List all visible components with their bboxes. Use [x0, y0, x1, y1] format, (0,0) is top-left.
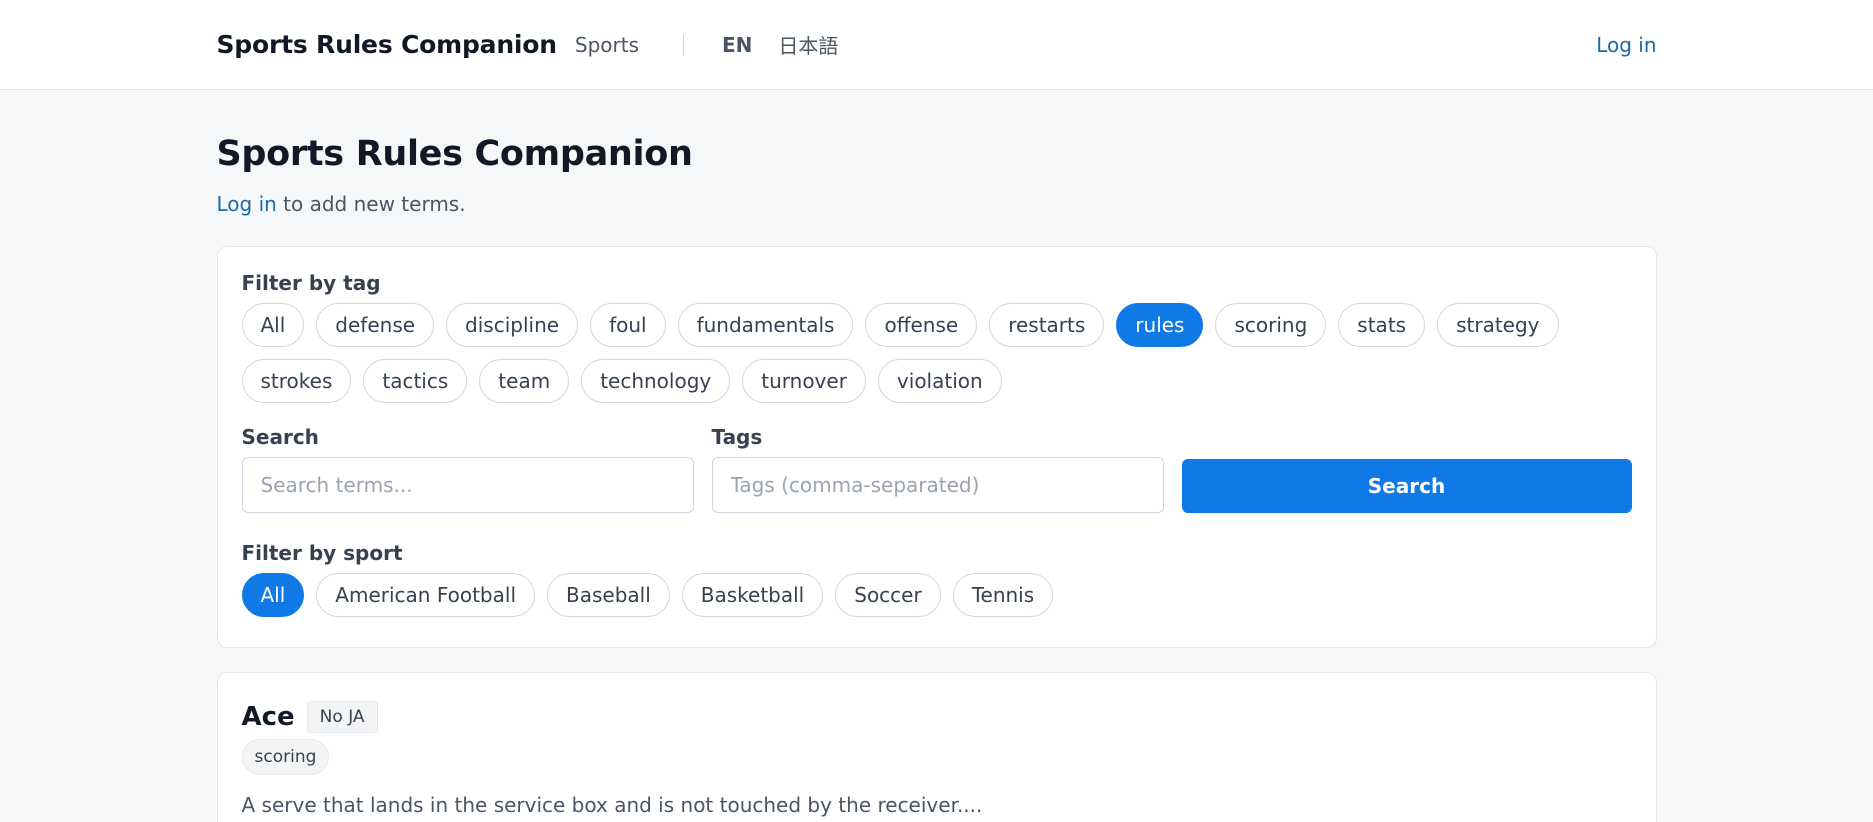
sport-filter-label: Filter by sport	[241, 541, 403, 565]
tag-filter-label: Filter by tag	[241, 271, 381, 295]
sport-chip-soccer[interactable]: Soccer	[835, 573, 941, 617]
tags-field-group: Tags	[711, 425, 1164, 513]
sport-chip-all[interactable]: All	[241, 573, 305, 617]
sport-chip-american-football[interactable]: American Football	[316, 573, 535, 617]
sport-chip-tennis[interactable]: Tennis	[952, 573, 1054, 617]
language-ja-link[interactable]: 日本語	[778, 30, 838, 59]
term-card[interactable]: Ace No JA scoring A serve that lands in …	[216, 672, 1657, 822]
tag-chip-stats[interactable]: stats	[1338, 303, 1426, 347]
tag-chip-defense[interactable]: defense	[316, 303, 435, 347]
tag-chip-technology[interactable]: technology	[581, 359, 731, 403]
tag-chip-all[interactable]: All	[241, 303, 305, 347]
sport-filter-chips: All American Football Baseball Basketball So…	[241, 573, 1632, 617]
top-navbar: Sports Rules Companion Sports EN 日本語 Log…	[0, 0, 1873, 90]
navbar-inner: Sports Rules Companion Sports EN 日本語 Log…	[217, 30, 1657, 59]
tags-input[interactable]	[711, 457, 1164, 513]
tag-chip-restarts[interactable]: restarts	[989, 303, 1105, 347]
main-content: Sports Rules Companion Log in to add new…	[216, 134, 1657, 822]
sport-filter: Filter by sport All American Football Base…	[241, 541, 1632, 617]
translation-status-badge: No JA	[306, 701, 378, 733]
tags-label: Tags	[711, 425, 763, 449]
tag-chip-rules[interactable]: rules	[1116, 303, 1204, 347]
tag-chip-turnover[interactable]: turnover	[742, 359, 866, 403]
tag-chip-offense[interactable]: offense	[865, 303, 978, 347]
login-link-header[interactable]: Log in	[1596, 33, 1656, 57]
tag-chip-scoring[interactable]: scoring	[1215, 303, 1327, 347]
term-header: Ace No JA	[242, 701, 1632, 733]
tag-chip-strategy[interactable]: strategy	[1437, 303, 1559, 347]
language-en-link[interactable]: EN	[722, 33, 752, 57]
tag-filter-chips: All defense discipline foul fundamentals offe…	[241, 303, 1632, 403]
login-prompt: Log in to add new terms.	[217, 192, 1657, 216]
sport-chip-baseball[interactable]: Baseball	[547, 573, 670, 617]
search-button[interactable]: Search	[1181, 459, 1632, 513]
tag-chip-foul[interactable]: foul	[590, 303, 666, 347]
tag-chip-strokes[interactable]: strokes	[241, 359, 352, 403]
term-tag[interactable]: scoring	[241, 739, 330, 775]
brand-logo-text[interactable]: Sports Rules Companion	[217, 30, 558, 59]
filter-card: Filter by tag All defense discipline foul fu…	[216, 246, 1657, 648]
tag-chip-discipline[interactable]: discipline	[446, 303, 579, 347]
term-description: A serve that lands in the service box an…	[241, 793, 983, 817]
search-field-group: Search	[241, 425, 694, 513]
login-prompt-text: to add new terms.	[276, 192, 466, 216]
tag-chip-team[interactable]: team	[479, 359, 570, 403]
search-form-row: Search Tags Search	[241, 425, 1632, 513]
login-link-inline[interactable]: Log in	[217, 192, 277, 216]
tag-chip-tactics[interactable]: tactics	[363, 359, 468, 403]
nav-divider	[683, 33, 685, 56]
search-input[interactable]	[241, 457, 694, 513]
sport-chip-basketball[interactable]: Basketball	[681, 573, 824, 617]
term-title[interactable]: Ace	[242, 702, 295, 732]
tag-chip-fundamentals[interactable]: fundamentals	[677, 303, 854, 347]
page-title: Sports Rules Companion	[216, 134, 693, 174]
search-label: Search	[241, 425, 319, 449]
nav-link-sports[interactable]: Sports	[575, 33, 639, 57]
tag-chip-violation[interactable]: violation	[877, 359, 1002, 403]
